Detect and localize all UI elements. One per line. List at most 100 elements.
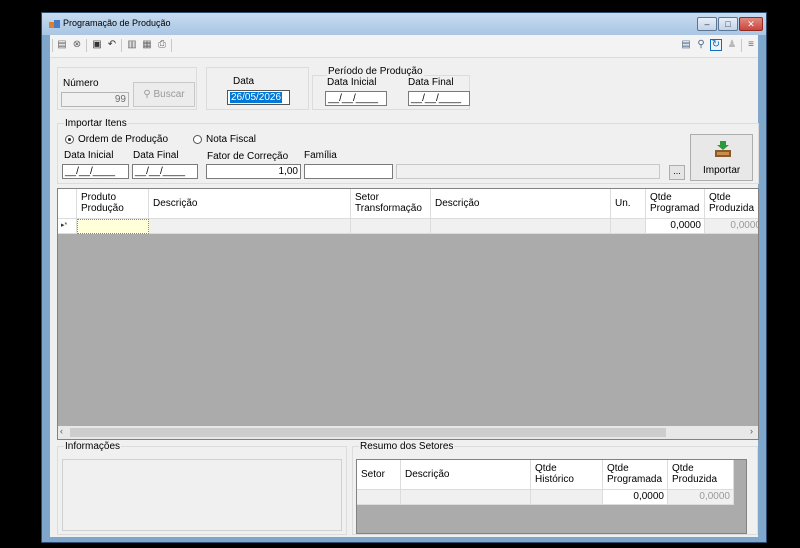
grid-cell-descricao-setor[interactable] — [431, 219, 611, 234]
close-button[interactable]: ✕ — [739, 17, 763, 31]
radio-nota-fiscal[interactable] — [193, 135, 202, 144]
grid-col-produto[interactable]: Produto Produção — [77, 189, 149, 219]
importar-button[interactable]: Importar — [690, 134, 753, 181]
resumo-col-setor[interactable]: Setor — [357, 460, 401, 490]
resumo-col-label: Histórico — [535, 474, 574, 485]
data-value: 26/05/2026 — [230, 92, 283, 103]
resumo-col-label: Setor — [361, 469, 385, 480]
report-icon[interactable]: ▤ — [680, 39, 692, 51]
resumo-col-label: Qtde — [607, 463, 629, 474]
resumo-col-qtde-produzida[interactable]: Qtde Produzida — [668, 460, 734, 490]
grid-col-label: Descrição — [435, 198, 480, 209]
importar-button-label: Importar — [703, 165, 741, 176]
importar-data-final-input[interactable]: __/__/____ — [132, 164, 198, 179]
numero-group: Número 99 ⚲ Buscar — [57, 67, 197, 110]
new-row-indicator: ▸* — [58, 219, 77, 234]
resumo-col-qtde-historico[interactable]: Qtde Histórico — [531, 460, 603, 490]
search-icon[interactable]: ⚲ — [695, 39, 707, 51]
grid-col-descricao-setor[interactable]: Descrição — [431, 189, 611, 219]
scrollbar-thumb[interactable] — [70, 428, 666, 437]
delete-icon[interactable]: ⊗ — [71, 39, 83, 51]
grid-col-qtde-produzida[interactable]: Qtde Produzida — [705, 189, 758, 219]
grid-col-label: Qtde — [650, 192, 672, 203]
fator-input[interactable]: 1,00 — [206, 164, 301, 179]
importar-title: Importar Itens — [64, 118, 128, 129]
save-icon[interactable]: ▣ — [91, 39, 103, 51]
resumo-cell-qtde-produzida[interactable]: 0,0000 — [668, 490, 734, 505]
data-input[interactable]: 26/05/2026 — [227, 90, 290, 105]
grid-col-qtde-programada[interactable]: Qtde Programad — [646, 189, 705, 219]
radio-ordem-producao[interactable] — [65, 135, 74, 144]
periodo-final-input[interactable]: __/__/____ — [408, 91, 470, 106]
resumo-col-label: Qtde — [672, 463, 694, 474]
grid-col-label: Qtde — [709, 192, 731, 203]
user-icon[interactable]: ♟ — [726, 39, 738, 51]
importar-data-inicial-input[interactable]: __/__/____ — [62, 164, 129, 179]
scroll-right-icon[interactable]: › — [750, 426, 753, 436]
new-icon[interactable]: ▤ — [56, 39, 68, 51]
resumo-cell-setor[interactable] — [357, 490, 401, 505]
itens-grid[interactable]: Produto Produção Descrição Setor Transfo… — [57, 188, 759, 440]
importar-data-final-label: Data Final — [133, 150, 179, 161]
grid-cell-un[interactable] — [611, 219, 646, 234]
grid-cell-setor[interactable] — [351, 219, 431, 234]
periodo-title: Período de Produção — [327, 66, 424, 77]
numero-input[interactable]: 99 — [61, 92, 129, 107]
toolbar-separator — [741, 39, 742, 52]
grid-col-label: Produzida — [709, 203, 755, 214]
grid-cell-qtde-programada[interactable]: 0,0000 — [646, 219, 705, 234]
toolbar: ▤ ⊗ ▣ ↶ ▥ ▦ ⎙ ▤ ⚲ ↻ ♟ ≡ — [50, 35, 758, 58]
data-group: Data 26/05/2026 — [206, 67, 309, 110]
buscar-button[interactable]: ⚲ Buscar — [133, 82, 195, 107]
informacoes-text-area[interactable] — [62, 459, 342, 531]
informacoes-title: Informações — [64, 441, 122, 452]
title-bar[interactable]: Programação de Produção – □ ✕ — [42, 13, 766, 35]
app-icon — [49, 20, 60, 28]
resumo-grid[interactable]: Setor Descrição Qtde Histórico Qtde Prog… — [356, 459, 747, 534]
resumo-col-label: Programada — [607, 474, 663, 485]
client-area: ▤ ⊗ ▣ ↶ ▥ ▦ ⎙ ▤ ⚲ ↻ ♟ ≡ Número 99 ⚲ Busc… — [50, 35, 759, 537]
periodo-inicial-label: Data Inicial — [327, 77, 377, 88]
grid-col-label: Un. — [615, 198, 631, 209]
grid-horizontal-scrollbar[interactable]: ‹ › — [58, 426, 758, 439]
copy-icon[interactable]: ▥ — [126, 39, 138, 51]
radio-ordem-label: Ordem de Produção — [78, 134, 169, 145]
resumo-cell-qtde-historico[interactable] — [531, 490, 603, 505]
menu-icon[interactable]: ≡ — [745, 39, 757, 51]
familia-description-input — [396, 164, 660, 179]
resumo-col-descricao[interactable]: Descrição — [401, 460, 531, 490]
radio-nota-label: Nota Fiscal — [206, 134, 257, 145]
minimize-button[interactable]: – — [697, 17, 717, 31]
resumo-col-qtde-programada[interactable]: Qtde Programada — [603, 460, 668, 490]
grid-col-descricao[interactable]: Descrição — [149, 189, 351, 219]
familia-code-input[interactable] — [304, 164, 393, 179]
toolbar-separator — [171, 39, 172, 52]
familia-browse-button[interactable]: ... — [669, 165, 685, 180]
maximize-button[interactable]: □ — [718, 17, 738, 31]
resumo-cell-descricao[interactable] — [401, 490, 531, 505]
minimize-icon: – — [704, 19, 710, 29]
grid-cell-qtde-produzida[interactable]: 0,0000 — [705, 219, 758, 234]
grid-cell-descricao[interactable] — [149, 219, 351, 234]
import-tray-icon — [715, 141, 731, 157]
grid-col-un[interactable]: Un. — [611, 189, 646, 219]
grid-icon[interactable]: ▦ — [141, 39, 153, 51]
close-icon: ✕ — [747, 19, 755, 29]
resumo-cell-qtde-programada[interactable]: 0,0000 — [603, 490, 668, 505]
grid-col-label: Setor — [355, 192, 379, 203]
periodo-inicial-input[interactable]: __/__/____ — [325, 91, 387, 106]
grid-col-label: Descrição — [153, 198, 198, 209]
window-title: Programação de Produção — [63, 18, 171, 28]
grid-col-label: Transformação — [355, 203, 422, 214]
grid-col-label: Programad — [650, 203, 700, 214]
buscar-button-label: Buscar — [153, 89, 185, 100]
print-icon[interactable]: ⎙ — [156, 39, 168, 51]
grid-col-label: Produto — [81, 192, 117, 203]
numero-label: Número — [63, 78, 99, 89]
grid-cell-produto[interactable] — [77, 219, 149, 234]
undo-icon[interactable]: ↶ — [106, 39, 118, 51]
refresh-icon[interactable]: ↻ — [710, 39, 722, 51]
scroll-left-icon[interactable]: ‹ — [60, 426, 63, 436]
grid-col-setor[interactable]: Setor Transformação — [351, 189, 431, 219]
toolbar-separator — [86, 39, 87, 52]
